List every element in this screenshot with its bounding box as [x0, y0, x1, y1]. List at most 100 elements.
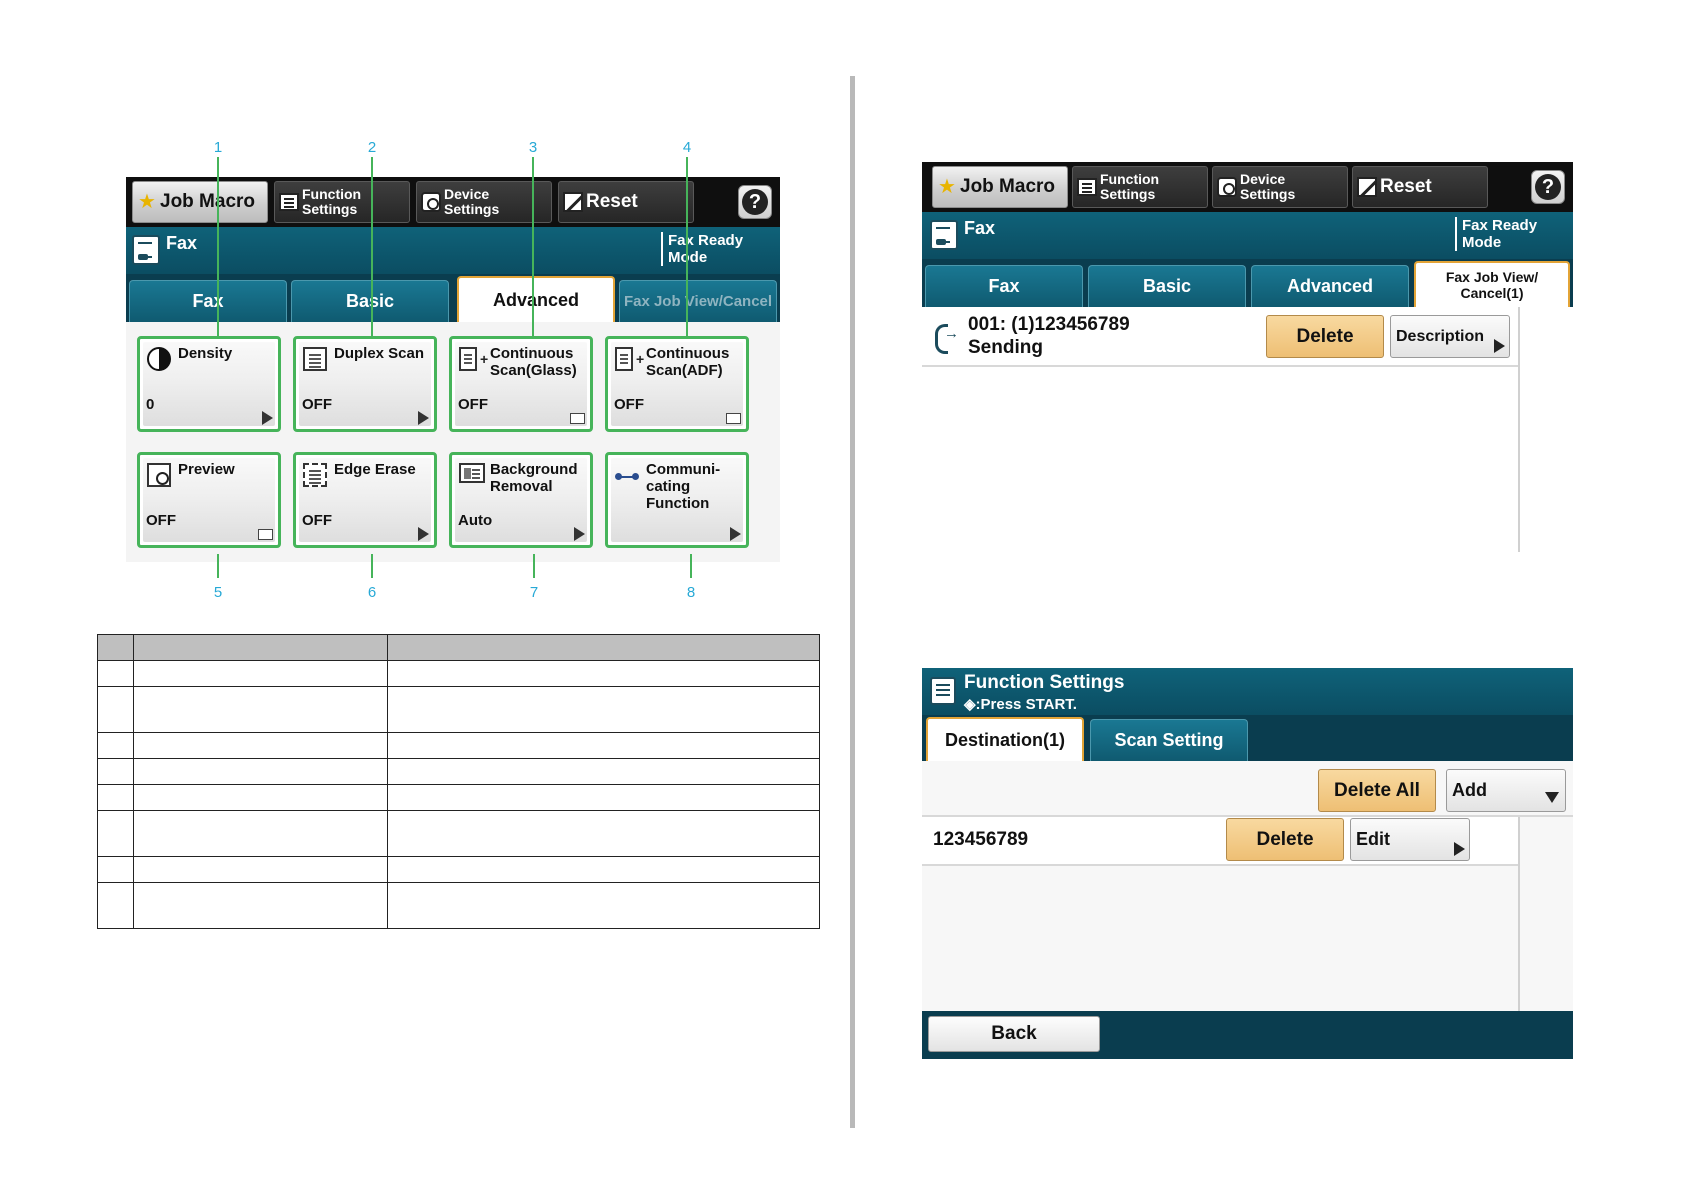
preview-tile[interactable]: Preview OFF — [137, 452, 281, 548]
background-removal-tile[interactable]: Background Removal Auto — [449, 452, 593, 548]
help-button[interactable]: ? — [1531, 170, 1565, 204]
tile-name: Background Removal — [490, 461, 578, 495]
callout-line — [371, 554, 373, 578]
tab-fax-job-view-cancel[interactable]: Fax Job View/Cancel(1) — [1414, 261, 1570, 307]
table-header — [97, 634, 820, 661]
reset-button[interactable]: Reset — [558, 181, 694, 223]
job-entry[interactable]: 001: (1)123456789 Sending — [968, 313, 1130, 359]
table-row — [97, 660, 820, 687]
description-label: Description — [1396, 327, 1485, 345]
mode-status: Fax ReadyMode — [661, 232, 743, 266]
chevron-down-icon — [1545, 792, 1559, 803]
tab-destination[interactable]: Destination(1) — [926, 717, 1084, 761]
tile-name: Density — [178, 345, 233, 362]
function-settings-label: Function Settings — [1100, 171, 1160, 202]
duplex-scan-tile[interactable]: Duplex Scan OFF — [293, 336, 437, 432]
tab-basic[interactable]: Basic — [1088, 265, 1246, 307]
communicating-function-tile[interactable]: Communi-cating Function — [605, 452, 749, 548]
tab-basic[interactable]: Basic — [291, 280, 449, 322]
scroll-track[interactable] — [1518, 817, 1520, 1011]
list-icon — [279, 193, 299, 211]
callout-number-7: 7 — [529, 584, 539, 601]
arrow-right-icon — [262, 411, 273, 425]
callout-line — [217, 554, 219, 578]
tile-value: OFF — [614, 396, 644, 413]
star-icon: ★ — [938, 176, 956, 198]
edit-button[interactable]: Edit — [1350, 818, 1470, 861]
scroll-track[interactable] — [1518, 307, 1520, 552]
edge-erase-tile[interactable]: Edge Erase OFF — [293, 452, 437, 548]
job-number: 001: (1)123456789 — [968, 314, 1130, 335]
tab-advanced[interactable]: Advanced — [457, 276, 615, 322]
delete-all-button[interactable]: Delete All — [1318, 769, 1436, 812]
tile-name: Preview — [178, 461, 235, 478]
star-icon: ★ — [138, 191, 156, 213]
reset-button[interactable]: Reset — [1352, 166, 1488, 208]
delete-button[interactable]: Delete — [1266, 315, 1384, 358]
help-icon: ? — [742, 189, 768, 215]
function-settings-button[interactable]: Function Settings — [1072, 166, 1208, 208]
edit-label: Edit — [1356, 829, 1390, 849]
tile-name: Continuous Scan(ADF) — [646, 345, 730, 379]
job-macro-button[interactable]: ★ Job Macro — [132, 181, 268, 223]
tile-value: OFF — [302, 396, 332, 413]
callout-number-1: 1 — [213, 139, 223, 156]
fax-icon — [132, 235, 160, 265]
communicating-icon — [615, 473, 639, 481]
tab-fax-job-view[interactable]: Fax Job View/Cancel — [619, 280, 777, 322]
arrow-right-icon — [418, 411, 429, 425]
table-row — [97, 732, 820, 759]
continuous-scan-adf-tile[interactable]: Continuous Scan(ADF) OFF — [605, 336, 749, 432]
page-divider — [850, 76, 855, 1128]
tile-name: Edge Erase — [334, 461, 416, 478]
callout-number-8: 8 — [686, 584, 696, 601]
fax-icon — [930, 220, 958, 250]
table-row — [97, 686, 820, 733]
density-icon — [147, 347, 171, 371]
description-table — [97, 634, 820, 929]
right-mode-bar: Fax Fax Ready Mode — [922, 212, 1573, 259]
phone-sending-icon — [933, 320, 959, 354]
press-start-hint: ◈:Press START. — [964, 696, 1077, 713]
job-macro-label: Job Macro — [960, 176, 1056, 197]
function-settings-button[interactable]: Function Settings — [274, 181, 410, 223]
continuous-scan-icon — [615, 347, 644, 371]
callout-line — [686, 157, 688, 336]
tile-name: Duplex Scan — [334, 345, 425, 362]
job-macro-label: Job Macro — [160, 191, 256, 212]
device-settings-label: Device Settings — [444, 186, 500, 217]
right-tab-row: Fax Basic Advanced Fax Job View/Cancel(1… — [922, 259, 1573, 307]
description-button[interactable]: Description — [1390, 315, 1510, 358]
help-button[interactable]: ? — [738, 185, 772, 219]
device-settings-button[interactable]: Device Settings — [1212, 166, 1348, 208]
density-tile[interactable]: Density 0 — [137, 336, 281, 432]
reset-label: Reset — [586, 191, 638, 212]
tab-fax[interactable]: Fax — [925, 265, 1083, 307]
gear-icon — [1217, 177, 1237, 197]
fs-tab-row: Destination(1) Scan Setting — [922, 715, 1573, 761]
reset-icon — [1357, 177, 1377, 197]
bottom-bar: Back — [922, 1011, 1573, 1059]
left-mode-bar: Fax Fax ReadyMode — [126, 227, 780, 274]
continuous-scan-glass-tile[interactable]: Continuous Scan(Glass) OFF — [449, 336, 593, 432]
function-settings-title-bar: Function Settings ◈:Press START. — [922, 668, 1573, 715]
job-macro-button[interactable]: ★ Job Macro — [932, 166, 1068, 208]
tile-name: Communi-cating Function — [646, 461, 721, 512]
back-button[interactable]: Back — [928, 1016, 1100, 1052]
mode-status: Fax ReadyMode — [1455, 217, 1537, 251]
delete-button[interactable]: Delete — [1226, 818, 1344, 861]
tab-label: Fax Job View/Cancel(1) — [1445, 269, 1539, 301]
right-top-bar: ★ Job Macro Function Settings Device Setti… — [922, 162, 1573, 212]
tab-fax[interactable]: Fax — [129, 280, 287, 322]
callout-number-6: 6 — [367, 584, 377, 601]
callout-number-4: 4 — [682, 139, 692, 156]
help-icon: ? — [1535, 174, 1561, 200]
table-row — [97, 810, 820, 857]
checkbox-icon — [258, 529, 273, 540]
tab-scan-setting[interactable]: Scan Setting — [1090, 719, 1248, 761]
arrow-right-icon — [1454, 842, 1465, 856]
add-dropdown[interactable]: Add — [1446, 769, 1566, 812]
tile-value: OFF — [146, 512, 176, 529]
continuous-scan-icon — [459, 347, 488, 371]
tab-advanced[interactable]: Advanced — [1251, 265, 1409, 307]
